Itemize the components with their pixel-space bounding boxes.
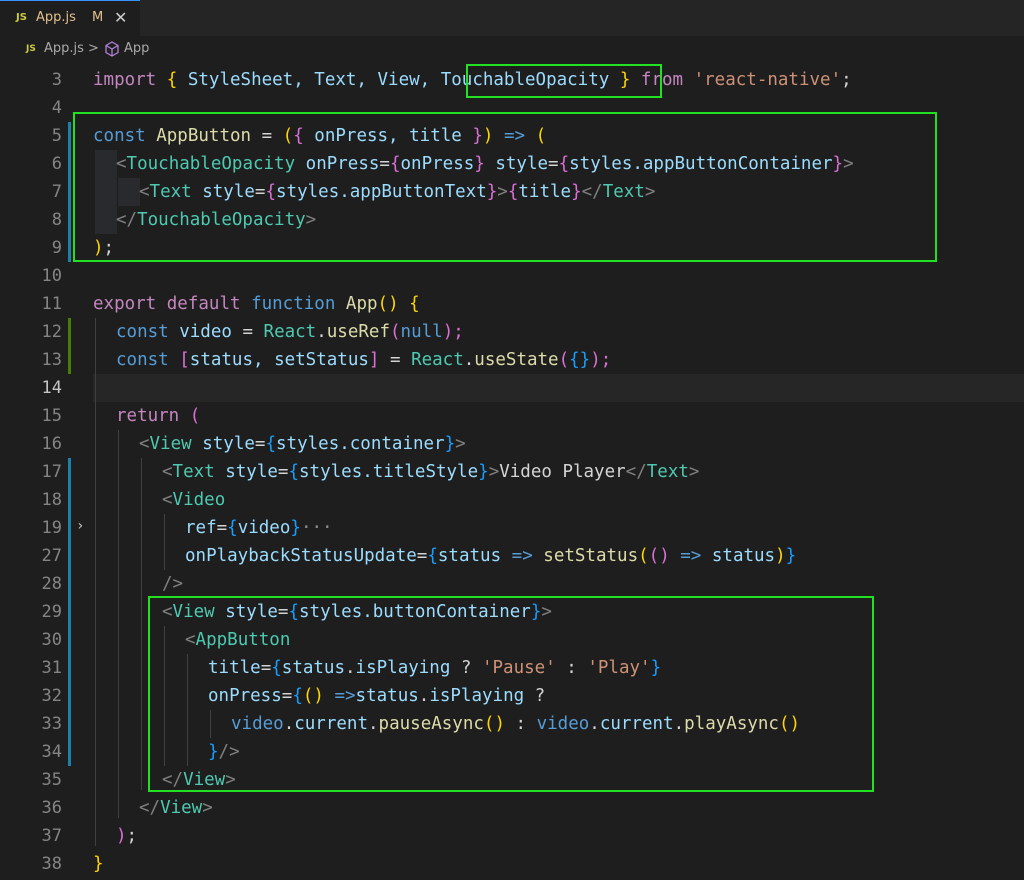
code-line: <Video — [162, 490, 226, 510]
line-number: 8 — [51, 210, 62, 230]
tab-app-js[interactable]: JS App.js M ✕ — [0, 0, 140, 36]
code-line: <Text style={styles.titleStyle}>Video Pl… — [162, 462, 700, 482]
code-line: import { StyleSheet, Text, View, Touchab… — [93, 70, 852, 90]
code-line-folded[interactable]: ref={video}··· — [185, 514, 333, 542]
code-line: } — [93, 854, 104, 874]
line-number: 34 — [41, 742, 62, 762]
indent-guide — [164, 514, 165, 570]
line-number: 5 — [51, 126, 62, 146]
line-number: 31 — [41, 658, 62, 678]
code-line: ); — [116, 826, 138, 846]
code-line: onPress={() =>status.isPlaying ? — [208, 686, 546, 706]
indent-guide — [141, 458, 142, 790]
code-line: const AppButton = ({ onPress, title }) =… — [93, 126, 547, 146]
code-line: <Text style={styles.appButtonText}>{titl… — [139, 182, 656, 202]
git-added-indicator — [68, 318, 71, 374]
breadcrumb-file[interactable]: App.js — [44, 41, 84, 56]
indent-guide — [210, 710, 211, 738]
code-line: return ( — [116, 406, 201, 426]
code-line: <View style={styles.container}> — [139, 434, 466, 454]
current-line-highlight — [93, 374, 1024, 402]
line-number: 30 — [41, 630, 62, 650]
javascript-file-icon: JS — [26, 44, 36, 54]
line-number: 11 — [41, 294, 62, 314]
code-line: }/> — [208, 742, 240, 762]
line-number: 28 — [41, 574, 62, 594]
line-number: 6 — [51, 154, 62, 174]
code-line: <AppButton — [185, 630, 291, 650]
code-line: /> — [162, 574, 184, 594]
line-number: 27 — [41, 546, 62, 566]
line-number-active: 14 — [41, 378, 62, 398]
line-number: 15 — [41, 406, 62, 426]
code-line: onPlaybackStatusUpdate={status => setSta… — [185, 546, 797, 566]
indent-guide — [164, 626, 165, 766]
line-number: 33 — [41, 714, 62, 734]
javascript-file-icon: JS — [16, 12, 27, 23]
fold-expand-icon[interactable]: › — [76, 518, 84, 534]
git-modified-indicator — [68, 122, 71, 262]
git-modified-indicator — [68, 458, 71, 766]
line-number: 29 — [41, 602, 62, 622]
line-number: 19 — [41, 518, 62, 538]
line-number: 35 — [41, 770, 62, 790]
cube-icon — [104, 41, 120, 61]
modified-badge: M — [92, 10, 104, 25]
tab-label: App.js — [36, 10, 76, 25]
line-number: 32 — [41, 686, 62, 706]
line-number: 16 — [41, 434, 62, 454]
line-number: 13 — [41, 350, 62, 370]
line-number: 10 — [41, 266, 62, 286]
line-number: 9 — [51, 238, 62, 258]
code-line: <View style={styles.buttonContainer}> — [162, 602, 552, 622]
indent-guide — [95, 318, 96, 846]
chevron-right-icon: > — [88, 41, 99, 56]
code-line: video.current.pauseAsync() : video.curre… — [231, 714, 801, 734]
line-number: 18 — [41, 490, 62, 510]
indent-fill — [118, 178, 140, 206]
folded-ellipsis-icon: ··· — [300, 518, 333, 538]
code-line: </View> — [162, 770, 236, 790]
line-number: 12 — [41, 322, 62, 342]
breadcrumb: JS App.js > App — [0, 36, 1024, 62]
line-number: 37 — [41, 826, 62, 846]
code-line: <TouchableOpacity onPress={onPress} styl… — [116, 154, 854, 174]
line-number: 4 — [51, 98, 62, 118]
code-line: const [status, setStatus] = React.useSta… — [116, 350, 612, 370]
indent-fill — [95, 150, 117, 234]
indent-guide — [187, 654, 188, 766]
editor-tab-bar: JS App.js M ✕ — [0, 0, 1024, 36]
line-number: 17 — [41, 462, 62, 482]
line-number: 7 — [51, 182, 62, 202]
code-line: </TouchableOpacity> — [116, 210, 317, 230]
close-icon[interactable]: ✕ — [114, 8, 127, 27]
code-line: title={status.isPlaying ? 'Pause' : 'Pla… — [208, 658, 662, 678]
line-number: 3 — [51, 70, 62, 90]
breadcrumb-symbol[interactable]: App — [124, 41, 149, 56]
line-number: 38 — [41, 854, 62, 874]
code-line: export default function App() { — [93, 294, 420, 314]
code-line: ); — [93, 238, 115, 258]
code-line: const video = React.useRef(null); — [116, 322, 464, 342]
code-line: </View> — [139, 798, 213, 818]
line-number: 36 — [41, 798, 62, 818]
indent-guide — [118, 430, 119, 818]
